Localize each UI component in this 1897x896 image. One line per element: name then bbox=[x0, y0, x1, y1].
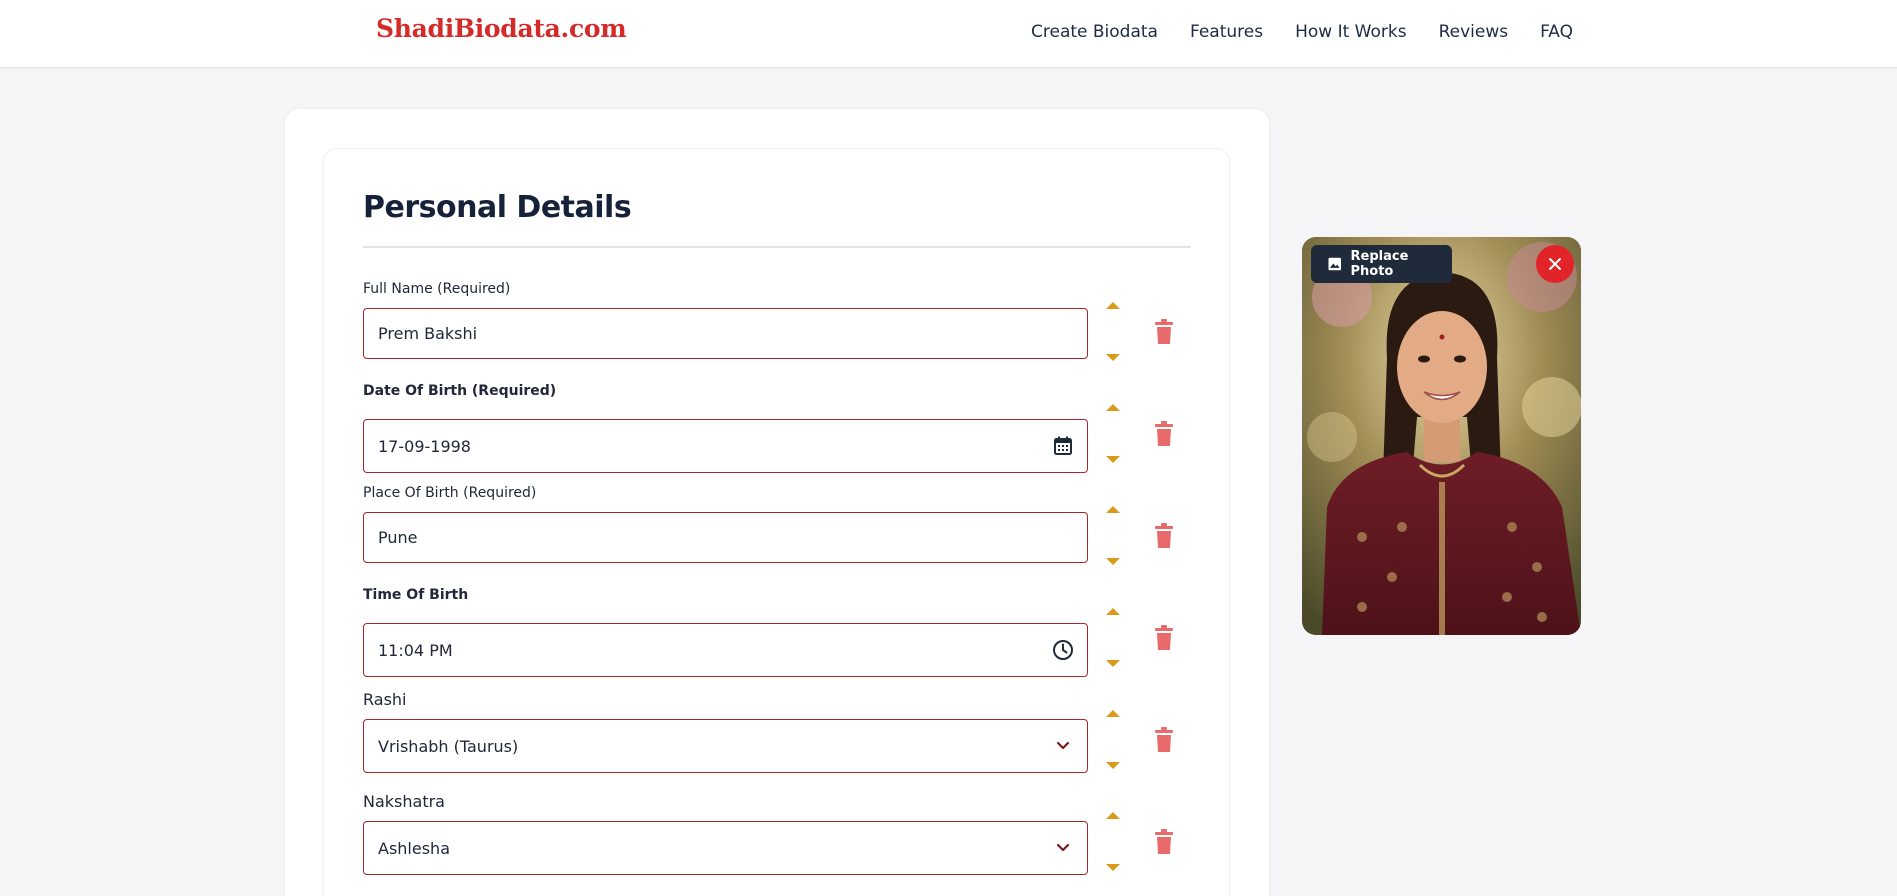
chevron-down-icon[interactable] bbox=[1051, 836, 1075, 860]
move-down-icon[interactable] bbox=[1106, 660, 1120, 667]
nav-how-it-works[interactable]: How It Works bbox=[1295, 22, 1406, 42]
full-name-label: Full Name (Required) bbox=[363, 281, 511, 297]
tob-label: Time Of Birth bbox=[363, 587, 469, 603]
trash-icon[interactable] bbox=[1153, 523, 1175, 549]
move-up-icon[interactable] bbox=[1106, 812, 1120, 819]
move-up-icon[interactable] bbox=[1106, 710, 1120, 717]
pob-value: Pune bbox=[378, 528, 418, 547]
trash-icon[interactable] bbox=[1153, 625, 1175, 651]
dob-value: 17-09-1998 bbox=[378, 436, 471, 456]
move-down-icon[interactable] bbox=[1106, 354, 1120, 361]
full-name-value: Prem Bakshi bbox=[378, 324, 478, 343]
chevron-down-icon[interactable] bbox=[1051, 734, 1075, 758]
move-down-icon[interactable] bbox=[1106, 864, 1120, 871]
site-logo[interactable]: ShadiBiodata.com bbox=[376, 14, 627, 43]
nav-features[interactable]: Features bbox=[1190, 22, 1263, 42]
profile-photo bbox=[1302, 237, 1581, 635]
move-down-icon[interactable] bbox=[1106, 762, 1120, 769]
pob-label: Place Of Birth (Required) bbox=[363, 485, 537, 501]
nakshatra-label: Nakshatra bbox=[363, 792, 445, 811]
move-down-icon[interactable] bbox=[1106, 558, 1120, 565]
replace-photo-button[interactable]: Replace Photo bbox=[1311, 245, 1452, 283]
pob-input[interactable]: Pune bbox=[363, 512, 1088, 563]
full-name-input[interactable]: Prem Bakshi bbox=[363, 308, 1088, 359]
trash-icon[interactable] bbox=[1153, 421, 1175, 447]
dob-input[interactable]: 17-09-1998 bbox=[363, 419, 1088, 473]
section-divider bbox=[363, 246, 1191, 248]
move-up-icon[interactable] bbox=[1106, 404, 1120, 411]
nakshatra-value: Ashlesha bbox=[378, 838, 450, 858]
tob-input[interactable]: 11:04 PM bbox=[363, 623, 1088, 677]
replace-photo-label: Replace Photo bbox=[1350, 249, 1409, 279]
move-down-icon[interactable] bbox=[1106, 456, 1120, 463]
move-up-icon[interactable] bbox=[1106, 302, 1120, 309]
trash-icon[interactable] bbox=[1153, 319, 1175, 345]
site-header: ShadiBiodata.com Create Biodata Features… bbox=[0, 0, 1897, 68]
dob-label: Date Of Birth (Required) bbox=[363, 383, 557, 399]
calendar-icon[interactable] bbox=[1051, 434, 1075, 458]
move-up-icon[interactable] bbox=[1106, 506, 1120, 513]
image-icon bbox=[1328, 257, 1342, 271]
nav-create-biodata[interactable]: Create Biodata bbox=[1031, 22, 1158, 42]
close-icon bbox=[1549, 258, 1561, 270]
nav-reviews[interactable]: Reviews bbox=[1439, 22, 1509, 42]
move-up-icon[interactable] bbox=[1106, 608, 1120, 615]
nakshatra-select[interactable]: Ashlesha bbox=[363, 821, 1088, 875]
main-nav: Create Biodata Features How It Works Rev… bbox=[1031, 22, 1573, 42]
rashi-value: Vrishabh (Taurus) bbox=[378, 736, 519, 756]
remove-photo-button[interactable] bbox=[1536, 245, 1574, 283]
tob-value: 11:04 PM bbox=[378, 640, 453, 660]
section-title: Personal Details bbox=[363, 190, 632, 225]
rashi-select[interactable]: Vrishabh (Taurus) bbox=[363, 719, 1088, 773]
trash-icon[interactable] bbox=[1153, 829, 1175, 855]
clock-icon[interactable] bbox=[1051, 638, 1075, 662]
rashi-label: Rashi bbox=[363, 690, 407, 709]
trash-icon[interactable] bbox=[1153, 727, 1175, 753]
nav-faq[interactable]: FAQ bbox=[1540, 22, 1573, 42]
